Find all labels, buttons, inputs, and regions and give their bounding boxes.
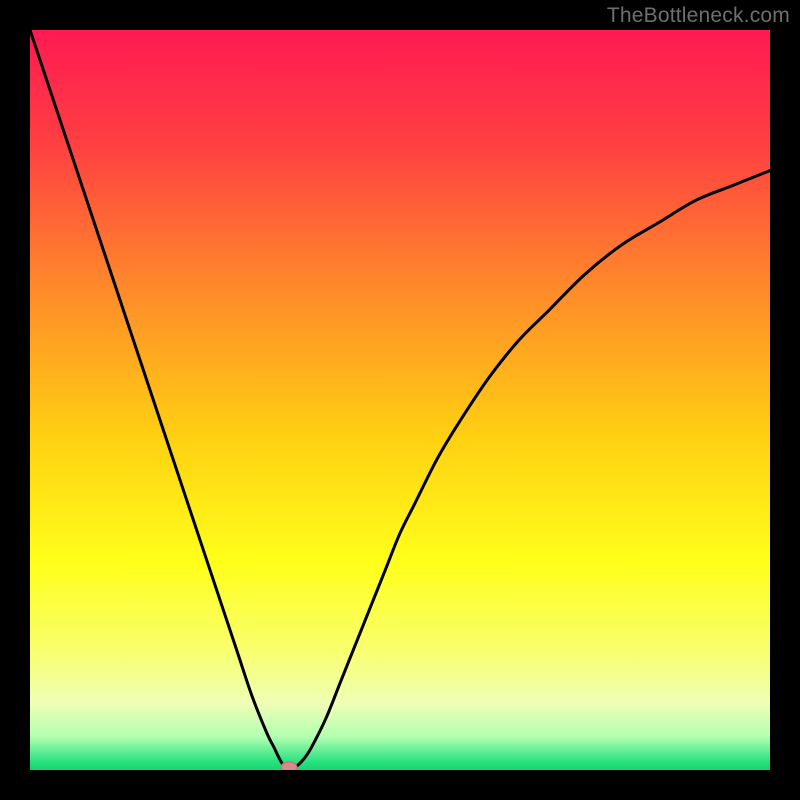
plot-area (30, 30, 770, 770)
curve-layer (30, 30, 770, 770)
optimum-marker (281, 762, 297, 770)
chart-frame: TheBottleneck.com (0, 0, 800, 800)
watermark-text: TheBottleneck.com (607, 4, 790, 28)
bottleneck-curve (30, 30, 770, 770)
